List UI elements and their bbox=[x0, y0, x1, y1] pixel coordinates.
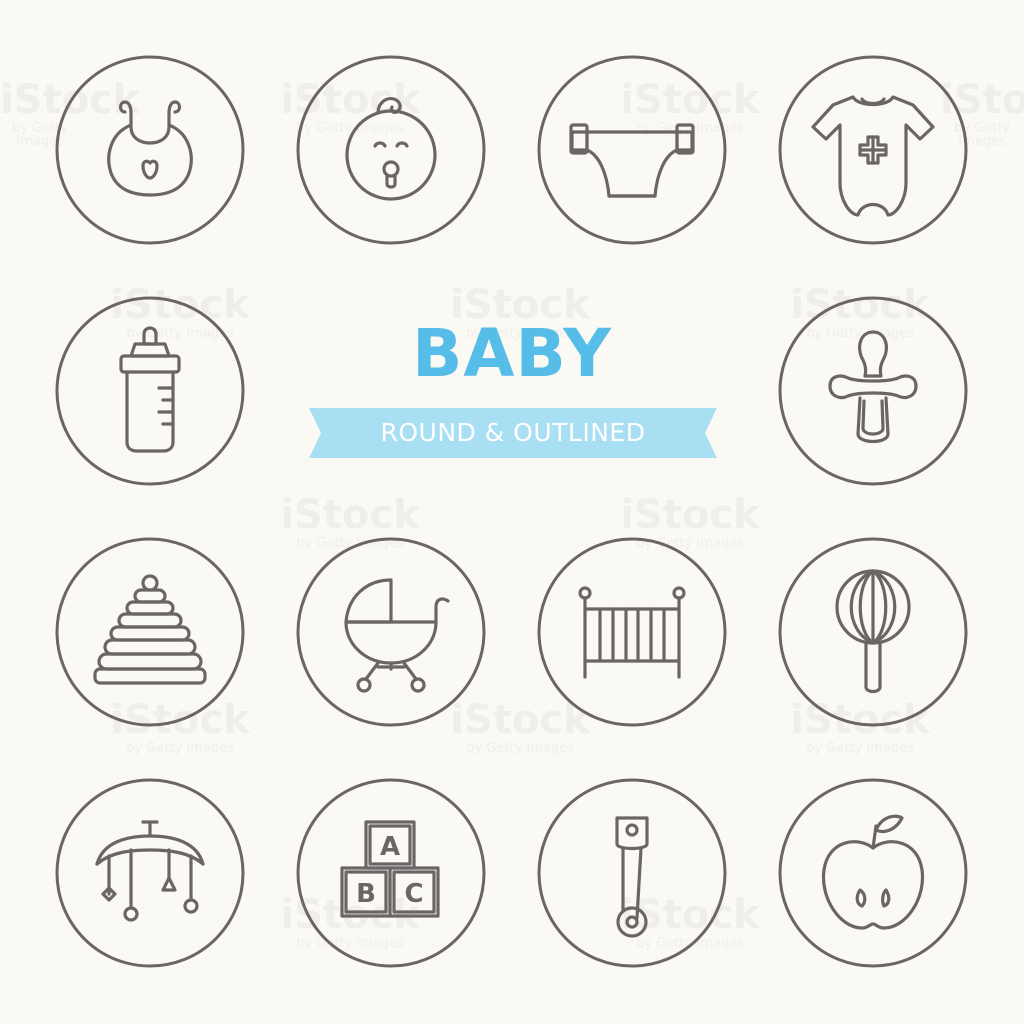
page-title: BABY bbox=[412, 315, 612, 392]
baby-bottle-icon bbox=[55, 296, 245, 486]
subtitle: ROUND & OUTLINED bbox=[380, 418, 646, 447]
abc-blocks-icon: A B C bbox=[296, 778, 486, 968]
block-letter-c: C bbox=[404, 879, 423, 909]
baby-face-icon bbox=[296, 55, 486, 245]
safety-pin-icon bbox=[537, 778, 727, 968]
block-letter-b: B bbox=[356, 879, 376, 909]
bodysuit-icon bbox=[778, 55, 968, 245]
stacking-rings-icon bbox=[55, 537, 245, 727]
rattle-icon bbox=[778, 537, 968, 727]
apple-icon bbox=[778, 778, 968, 968]
pacifier-icon bbox=[778, 296, 968, 486]
diaper-icon bbox=[537, 55, 727, 245]
subtitle-ribbon: ROUND & OUTLINED bbox=[309, 408, 717, 458]
stroller-icon bbox=[296, 537, 486, 727]
icon-set-canvas: iStock by Getty Images iStock by Getty Ima… bbox=[0, 0, 1024, 1024]
bib-icon bbox=[55, 55, 245, 245]
block-letter-a: A bbox=[380, 832, 400, 862]
crib-icon bbox=[537, 537, 727, 727]
crib-mobile-icon bbox=[55, 778, 245, 968]
